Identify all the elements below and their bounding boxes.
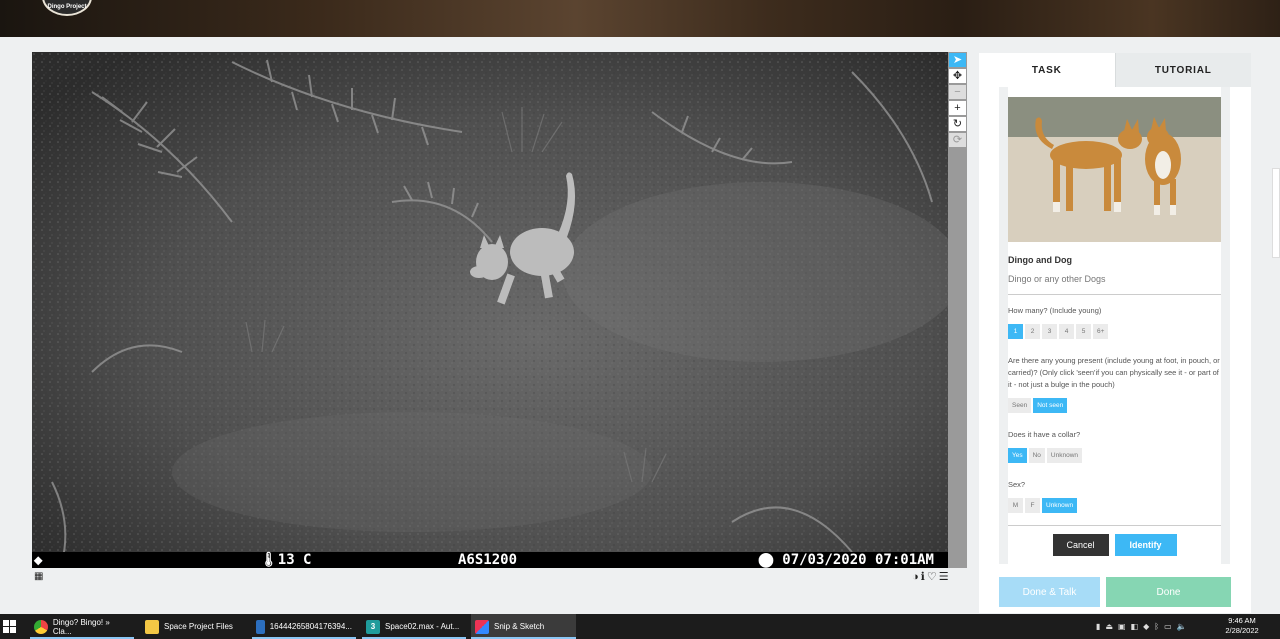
task-panel: TASK TUTORIAL Dingo and Dog Dingo or any… [979,53,1251,613]
count-option-4[interactable]: 4 [1059,324,1074,339]
taskbar-app-label: 16444265804176394... [269,622,352,631]
zoom-in-icon[interactable]: + [949,101,966,115]
taskbar-app-explorer[interactable]: Space Project Files [141,614,245,639]
taskbar-app-label: Space02.max - Aut... [385,622,460,631]
collar-option-yes[interactable]: Yes [1008,448,1027,463]
sex-options: M F Unknown [1008,498,1221,513]
divider [1008,525,1221,526]
young-option-not-seen[interactable]: Not seen [1033,398,1068,413]
species-card: Dingo and Dog Dingo or any other Dogs Ho… [1008,87,1221,564]
tray-app-icon[interactable]: ◆ [1143,622,1149,631]
invert-icon[interactable]: ◑ [912,571,921,583]
project-logo[interactable]: Dingo Project [42,0,92,16]
tray-app-icon[interactable]: ▮ [1096,622,1100,631]
windows-start-icon[interactable] [3,620,16,633]
collar-option-unknown[interactable]: Unknown [1046,448,1083,463]
bluetooth-icon[interactable]: ᛒ [1154,622,1159,631]
question-collar-label: Does it have a collar? [1008,430,1081,439]
done-button[interactable]: Done [1106,577,1231,607]
taskbar-app-snip[interactable]: Snip & Sketch [471,614,576,639]
sex-option-f[interactable]: F [1025,498,1040,513]
camera-brand-logo: ⬥ [34,553,43,567]
chrome-icon [34,619,48,634]
count-option-2[interactable]: 2 [1025,324,1040,339]
species-description: Dingo or any other Dogs [1008,274,1106,284]
reset-icon[interactable]: ⟳ [949,133,966,147]
count-option-1[interactable]: 1 [1008,324,1023,339]
identify-actions: Cancel Identify [1008,534,1221,556]
tray-app-icon[interactable]: ◧ [1131,622,1139,631]
tab-task[interactable]: TASK [979,53,1115,87]
subject-image-viewer[interactable]: ⬥ 🌡13 C A6S1200 ⬤ 07/03/2020 07:01AM [32,52,948,568]
identify-button[interactable]: Identify [1114,534,1177,556]
grid-view-icon[interactable]: ▦ [34,571,43,582]
camera-info-bar: ⬥ 🌡13 C A6S1200 ⬤ 07/03/2020 07:01AM [32,552,948,568]
rotate-icon[interactable]: ↻ [949,117,966,131]
tab-tutorial[interactable]: TUTORIAL [1114,53,1251,87]
capture-timestamp: ⬤ 07/03/2020 07:01AM [758,552,934,568]
species-name: Dingo and Dog [1008,255,1072,265]
folder-icon [145,619,159,634]
favorite-icon[interactable]: ♡ [927,571,939,583]
snip-icon [475,619,489,634]
taskbar-clock[interactable]: 9:46 AM 2/28/2022 [1224,616,1260,636]
image-actions: ◑ℹ♡☰ [912,570,951,583]
question-young-label: Are there any young present (include you… [1008,356,1220,389]
young-option-seen[interactable]: Seen [1008,398,1032,413]
question-sex-label: Sex? [1008,480,1026,489]
taskbar-app-3dsmax[interactable]: 3 Space02.max - Aut... [362,614,466,639]
system-tray: ▮ ⏏ ▣ ◧ ◆ ᛒ ▭ 🔈 [1096,614,1187,639]
camera-model: A6S1200 [458,552,518,568]
count-option-5[interactable]: 5 [1076,324,1091,339]
tray-app-icon[interactable]: ▣ [1118,622,1126,631]
count-option-3[interactable]: 3 [1042,324,1057,339]
taskbar-app-label: Snip & Sketch [494,622,545,631]
side-tab[interactable] [1272,168,1280,258]
divider [1008,294,1221,295]
panel-tabs: TASK TUTORIAL [979,53,1251,87]
sex-option-unknown[interactable]: Unknown [1042,498,1078,513]
cancel-button[interactable]: Cancel [1052,534,1109,556]
viewer-toolbar: ➤ ✥ − + ↻ ⟳ [948,52,967,568]
clock-date: 2/28/2022 [1225,626,1259,635]
clock-time: 9:46 AM [1228,616,1256,625]
count-options: 1 2 3 4 5 6+ [1008,324,1221,339]
count-option-6plus[interactable]: 6+ [1093,324,1109,339]
question-count-label: How many? (Include young) [1008,306,1102,315]
collar-options: Yes No Unknown [1008,448,1221,463]
done-and-talk-button[interactable]: Done & Talk [999,577,1100,607]
task-body: Dingo and Dog Dingo or any other Dogs Ho… [999,87,1230,564]
move-icon[interactable]: ✥ [949,69,966,83]
windows-taskbar: Dingo? Bingo! » Cla... Space Project Fil… [0,614,1280,639]
species-sample-photo [1008,97,1221,242]
volume-icon[interactable]: 🔈 [1177,622,1187,631]
collections-icon[interactable]: ☰ [939,571,951,583]
3dsmax-icon: 3 [366,619,380,634]
taskbar-app-photos[interactable]: 16444265804176394... [252,614,356,639]
select-icon[interactable]: ➤ [949,53,966,67]
sex-option-m[interactable]: M [1008,498,1023,513]
image-icon [256,619,265,634]
temperature-reading: 🌡13 C [260,552,312,568]
collar-option-no[interactable]: No [1028,448,1045,463]
camera-trap-photo [32,52,948,568]
project-header-banner: Dingo Project [0,0,1280,37]
usb-icon[interactable]: ⏏ [1105,622,1113,631]
taskbar-app-chrome[interactable]: Dingo? Bingo! » Cla... [30,614,134,639]
zoom-out-icon[interactable]: − [949,85,966,99]
logo-text: Dingo Project [47,4,87,10]
taskbar-app-label: Dingo? Bingo! » Cla... [52,617,110,636]
network-icon[interactable]: ▭ [1164,622,1172,631]
taskbar-app-label: Space Project Files [164,622,233,631]
young-options: Seen Not seen [1008,398,1221,413]
